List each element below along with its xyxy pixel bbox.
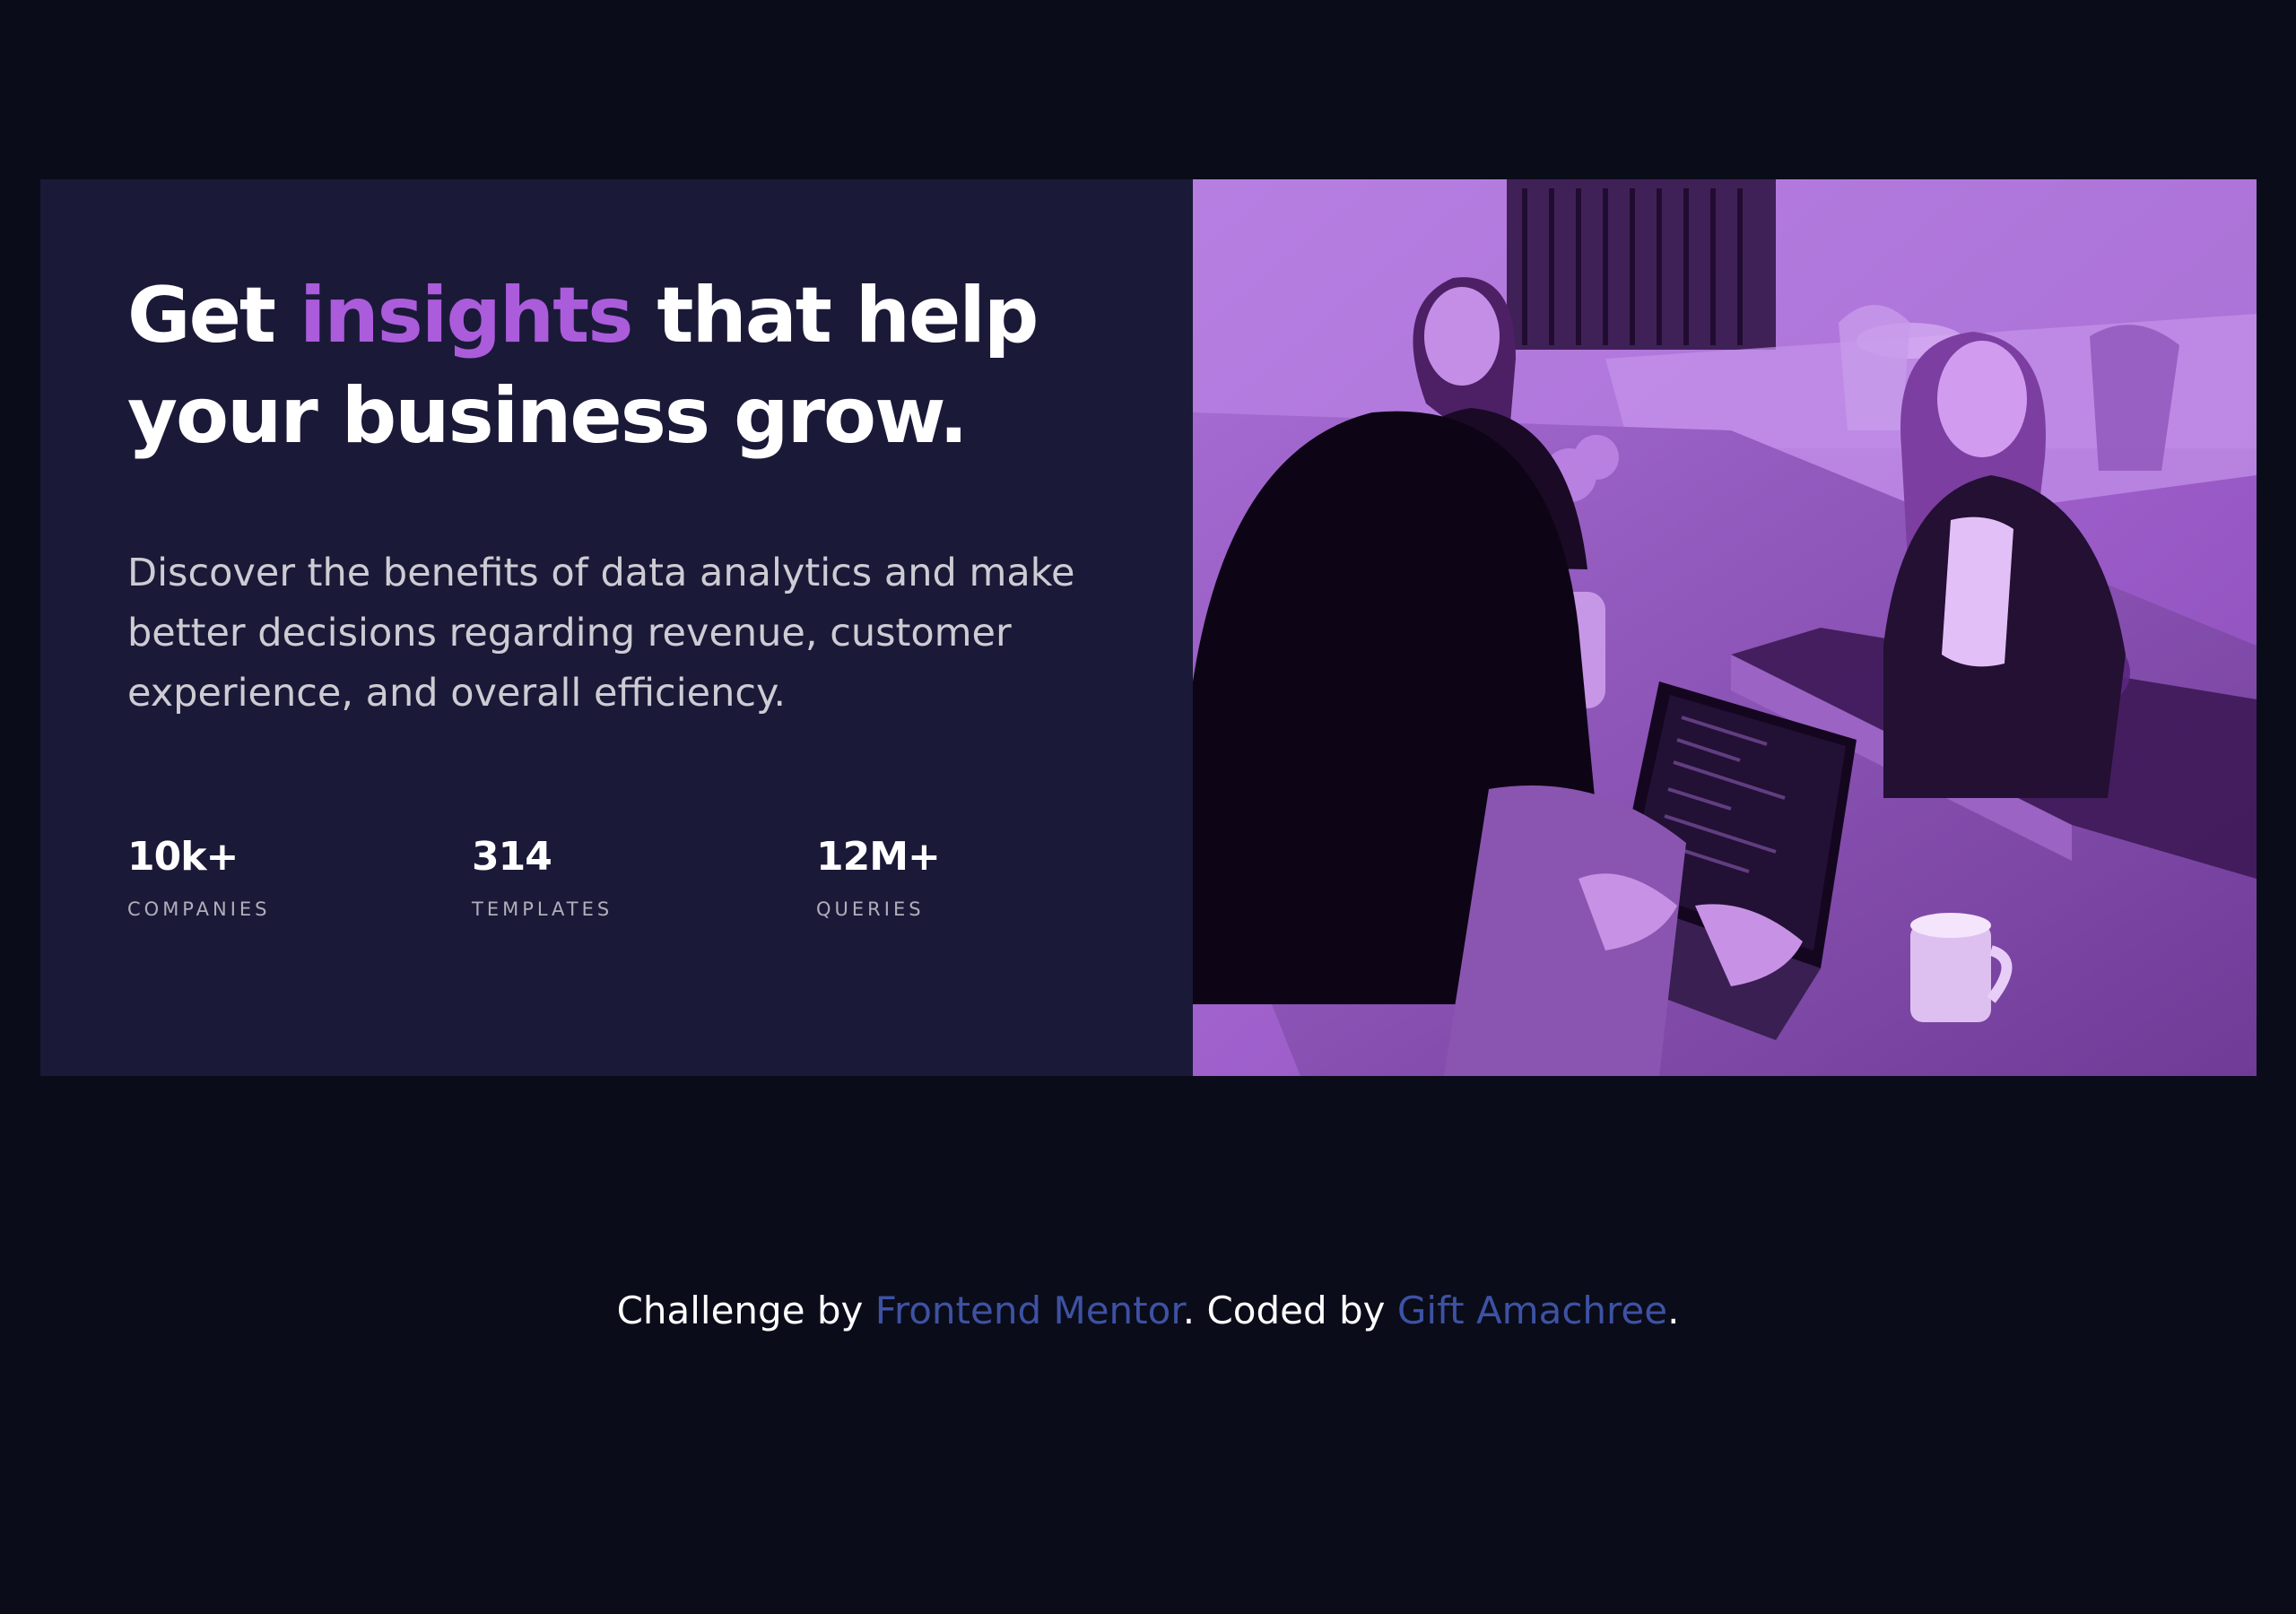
card-content: Get insights that help your business gro… [40, 179, 1193, 1076]
stat-templates: 314 TEMPLATES [472, 834, 816, 922]
author-link[interactable]: Gift Amachree [1397, 1289, 1667, 1332]
header-image [1193, 179, 2257, 1076]
stat-queries: 12M+ QUERIES [816, 834, 1161, 922]
attribution-suffix: . [1667, 1289, 1680, 1332]
stat-value: 12M+ [816, 834, 941, 880]
stat-label: TEMPLATES [472, 898, 613, 920]
stat-label: QUERIES [816, 898, 925, 920]
stat-companies: 10k+ COMPANIES [127, 834, 472, 922]
attribution-middle: . Coded by [1182, 1289, 1397, 1332]
attribution: Challenge by Frontend Mentor. Coded by G… [0, 1284, 2296, 1338]
description: Discover the benefits of data analytics … [127, 551, 1075, 716]
headline-accent: insights [299, 271, 633, 360]
headline: Get insights that help your business gro… [127, 265, 1096, 466]
attribution-prefix: Challenge by [616, 1289, 875, 1332]
stats-preview-card: Get insights that help your business gro… [40, 179, 2257, 1076]
headline-part1: Get [127, 271, 300, 360]
stats-row: 10k+ COMPANIES 314 TEMPLATES 12M+ QUERIE… [127, 834, 1161, 922]
stat-label: COMPANIES [127, 898, 271, 920]
stat-value: 314 [472, 834, 552, 880]
stat-value: 10k+ [127, 834, 239, 880]
frontend-mentor-link[interactable]: Frontend Mentor [875, 1289, 1183, 1332]
office-photo-illustration [1193, 179, 2257, 1076]
